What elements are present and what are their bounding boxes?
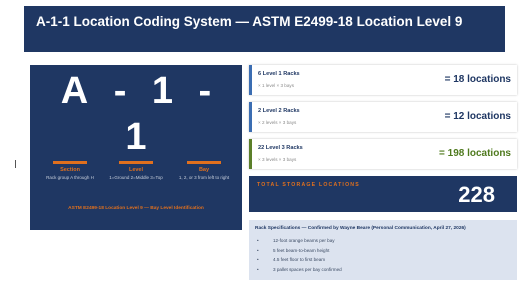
rack-card-formula: × 1 level × 3 bays: [258, 83, 295, 88]
code-level-digit: 1: [151, 70, 174, 112]
rack-card-count: = 198 locations: [439, 148, 511, 159]
list-item: • 3 pallet spaces per bay confirmed: [257, 265, 342, 275]
rack-card-level-3: 22 Level 3 Racks × 3 levels × 3 bays = 1…: [249, 139, 517, 169]
code-bay-digit: 1: [125, 116, 147, 158]
slide: A-1-1 Location Coding System — ASTM E249…: [0, 0, 530, 293]
rack-card-level-1: 6 Level 1 Racks × 1 level × 3 bays = 18 …: [249, 65, 517, 95]
segment-underline: [119, 161, 153, 164]
code-dash: -: [198, 70, 212, 112]
segment-name: Bay: [198, 167, 210, 173]
code-dash: -: [113, 70, 127, 112]
segment-section: Section Rack group A through H: [42, 161, 98, 181]
segment-description: 1, 2, or 3 from left to right: [178, 175, 230, 180]
total-locations-panel: TOTAL STORAGE LOCATIONS 228: [249, 176, 517, 212]
segment-underline: [187, 161, 221, 164]
title-bar: A-1-1 Location Coding System — ASTM E249…: [24, 6, 505, 52]
segment-description: Rack group A through H: [46, 175, 94, 180]
list-item: • 5 feet beam-to-beam height: [257, 246, 342, 256]
code-section-letter: A: [60, 70, 89, 112]
bullet: •: [257, 266, 259, 272]
segment-level: Level 1=Ground 2=Middle 3=Top: [108, 161, 164, 181]
bullet: •: [257, 238, 259, 243]
segment-name: Level: [128, 167, 144, 173]
segment-description: 1=Ground 2=Middle 3=Top: [109, 175, 163, 180]
location-code-line: A - 1 -: [30, 71, 242, 111]
rack-specifications-panel: Rack Specifications — Confirmed by Wayne…: [249, 220, 517, 280]
rack-card-label: 22 Level 3 Racks: [258, 145, 303, 151]
spec-heading: Rack Specifications — Confirmed by Wayne…: [255, 226, 466, 231]
rack-card-formula: × 3 levels × 3 bays: [258, 157, 297, 162]
bullet: •: [257, 247, 259, 253]
list-item: • 4.5 feet floor to first beam: [257, 255, 342, 265]
rack-card-count: = 12 locations: [444, 111, 511, 122]
slide-edge-mark: [15, 160, 16, 168]
slide-title: A-1-1 Location Coding System — ASTM E249…: [36, 14, 463, 29]
segment-name: Section: [60, 167, 80, 173]
rack-card-formula: × 2 levels × 3 bays: [258, 120, 297, 125]
rack-card-label: 6 Level 1 Racks: [258, 71, 300, 77]
rack-card-count: = 18 locations: [444, 74, 511, 85]
spec-item-text: 3 pallet spaces per bay confirmed: [273, 266, 342, 272]
total-label: TOTAL STORAGE LOCATIONS: [257, 182, 360, 188]
code-caption: ASTM E2499-18 Location Level 9 — Bay Lev…: [68, 206, 204, 211]
segment-bay: Bay 1, 2, or 3 from left to right: [176, 161, 232, 181]
rack-card-label: 2 Level 2 Racks: [258, 108, 300, 114]
spec-list: • 12-foot orange beams per bay • 5 feet be…: [257, 236, 342, 274]
total-value: 228: [458, 182, 495, 207]
rack-card-level-2: 2 Level 2 Racks × 2 levels × 3 bays = 12…: [249, 102, 517, 132]
spec-item-text: 12-foot orange beams per bay: [273, 238, 335, 243]
spec-item-text: 4.5 feet floor to first beam: [273, 257, 326, 262]
bullet: •: [257, 257, 259, 262]
list-item: • 12-foot orange beams per bay: [257, 236, 342, 246]
segment-underline: [53, 161, 87, 164]
spec-item-text: 5 feet beam-to-beam height: [273, 247, 330, 253]
location-code-panel: A - 1 - 1 Section Rack group A through H…: [30, 65, 242, 230]
